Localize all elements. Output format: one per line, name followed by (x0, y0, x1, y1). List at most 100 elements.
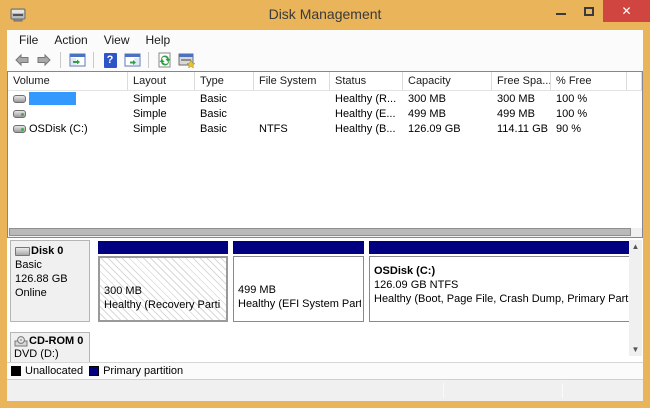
toolbar-separator (60, 52, 61, 68)
partition-body[interactable]: OSDisk (C:) 126.09 GB NTFS Healthy (Boot… (369, 256, 632, 322)
disk-graphical-pane: Disk 0 Basic 126.88 GB Online 300 MB Hea… (7, 238, 643, 362)
partition-color-bar (369, 241, 632, 254)
rescan-disks-icon[interactable] (178, 52, 196, 69)
column-header-pct-free[interactable]: % Free (551, 72, 627, 90)
disk-name: Disk 0 (31, 244, 63, 258)
legend-primary-partition: Primary partition (89, 365, 183, 377)
partition-color-bar (98, 241, 228, 254)
cell-status: Healthy (R... (330, 93, 403, 105)
maximize-icon (584, 7, 594, 16)
column-header-filler (627, 72, 642, 90)
statusbar-divider (443, 383, 444, 398)
cell-layout: Simple (128, 123, 195, 135)
show-console-tree-icon[interactable] (68, 52, 86, 69)
disk-icon (15, 247, 30, 256)
partition-osdisk-c[interactable]: OSDisk (C:) 126.09 GB NTFS Healthy (Boot… (369, 240, 632, 322)
cell-file-system: NTFS (254, 123, 330, 135)
column-header-free-space[interactable]: Free Spa... (492, 72, 551, 90)
disk-size: 126.88 GB (15, 272, 85, 286)
close-icon: ✕ (621, 5, 631, 17)
help-icon[interactable]: ? (101, 52, 119, 69)
volume-list: Volume Layout Type File System Status Ca… (7, 71, 643, 238)
volume-icon (13, 125, 26, 133)
disk-management-window: Disk Management ✕ File Action View Help (0, 0, 650, 408)
unallocated-swatch (11, 366, 21, 376)
primary-partition-swatch (89, 366, 99, 376)
minimize-button[interactable] (547, 0, 575, 22)
partition-body[interactable]: 499 MB Healthy (EFI System Partit (233, 256, 364, 322)
toolbar-separator (148, 52, 149, 68)
table-row[interactable]: Simple Basic Healthy (R... 300 MB 300 MB… (8, 91, 642, 106)
vertical-scrollbar[interactable]: ▲ ▼ (629, 240, 642, 356)
legend-unallocated: Unallocated (11, 365, 83, 377)
statusbar-divider (562, 383, 563, 398)
toolbar: ? (7, 49, 643, 71)
horizontal-scrollbar[interactable] (8, 228, 642, 237)
partition-size: 499 MB (238, 283, 361, 297)
maximize-button[interactable] (575, 0, 603, 22)
close-button[interactable]: ✕ (603, 0, 650, 22)
back-icon[interactable] (13, 52, 31, 69)
horizontal-scrollbar-thumb[interactable] (9, 228, 631, 236)
cdrom-name: CD-ROM 0 (29, 335, 83, 348)
disk-type: Basic (15, 258, 85, 272)
cell-free-space: 499 MB (492, 108, 551, 120)
partition-status: Healthy (Recovery Parti (104, 298, 224, 312)
partition-efi[interactable]: 499 MB Healthy (EFI System Partit (233, 240, 364, 322)
volume-list-header: Volume Layout Type File System Status Ca… (8, 72, 642, 91)
disk-0-label-panel[interactable]: Disk 0 Basic 126.88 GB Online (10, 240, 90, 322)
menu-file[interactable]: File (11, 31, 46, 49)
column-header-volume[interactable]: Volume (8, 72, 128, 90)
cdrom-media: DVD (D:) (14, 348, 86, 361)
disk-0-row: Disk 0 Basic 126.88 GB Online 300 MB Hea… (10, 240, 640, 322)
show-action-pane-icon[interactable] (123, 52, 141, 69)
menu-help[interactable]: Help (138, 31, 179, 49)
column-header-file-system[interactable]: File System (254, 72, 330, 90)
scroll-up-icon[interactable]: ▲ (629, 240, 642, 253)
column-header-capacity[interactable]: Capacity (403, 72, 492, 90)
column-header-type[interactable]: Type (195, 72, 254, 90)
cell-free-space: 300 MB (492, 93, 551, 105)
cell-pct-free: 100 % (551, 93, 627, 105)
partition-recovery[interactable]: 300 MB Healthy (Recovery Parti (98, 240, 228, 322)
cell-capacity: 126.09 GB (403, 123, 492, 135)
column-header-layout[interactable]: Layout (128, 72, 195, 90)
partition-status: Healthy (EFI System Partit (238, 297, 361, 311)
toolbar-separator (93, 52, 94, 68)
volume-name: OSDisk (C:) (29, 123, 88, 135)
forward-icon[interactable] (35, 52, 53, 69)
partition-body-selected[interactable]: 300 MB Healthy (Recovery Parti (98, 256, 228, 322)
refresh-icon[interactable] (156, 52, 174, 69)
cell-capacity: 499 MB (403, 108, 492, 120)
cell-capacity: 300 MB (403, 93, 492, 105)
volume-icon (13, 95, 26, 103)
cell-pct-free: 90 % (551, 123, 627, 135)
partition-color-bar (233, 241, 364, 254)
cell-type: Basic (195, 123, 254, 135)
disk-status: Online (15, 286, 85, 300)
cdrom-0-row: CD-ROM 0 DVD (D:) (10, 332, 640, 362)
column-header-status[interactable]: Status (330, 72, 403, 90)
partition-status: Healthy (Boot, Page File, Crash Dump, Pr… (374, 292, 629, 306)
minimize-icon (556, 13, 566, 15)
titlebar[interactable]: Disk Management ✕ (0, 0, 650, 30)
table-row[interactable]: Simple Basic Healthy (E... 499 MB 499 MB… (8, 106, 642, 121)
partition-title: OSDisk (C:) (374, 264, 629, 278)
menu-bar: File Action View Help (7, 30, 643, 49)
cdrom-icon (14, 336, 28, 347)
cdrom-0-label-panel[interactable]: CD-ROM 0 DVD (D:) (10, 332, 90, 362)
legend-bar: Unallocated Primary partition (7, 362, 643, 379)
menu-view[interactable]: View (96, 31, 138, 49)
cell-pct-free: 100 % (551, 108, 627, 120)
scroll-down-icon[interactable]: ▼ (629, 343, 642, 356)
selected-volume-name (29, 92, 76, 105)
menu-action[interactable]: Action (46, 31, 95, 49)
table-row[interactable]: OSDisk (C:) Simple Basic NTFS Healthy (B… (8, 121, 642, 136)
volume-icon (13, 110, 26, 118)
cell-type: Basic (195, 108, 254, 120)
cell-layout: Simple (128, 108, 195, 120)
cell-status: Healthy (B... (330, 123, 403, 135)
legend-label: Primary partition (103, 365, 183, 377)
legend-label: Unallocated (25, 365, 83, 377)
partition-size: 300 MB (104, 284, 224, 298)
